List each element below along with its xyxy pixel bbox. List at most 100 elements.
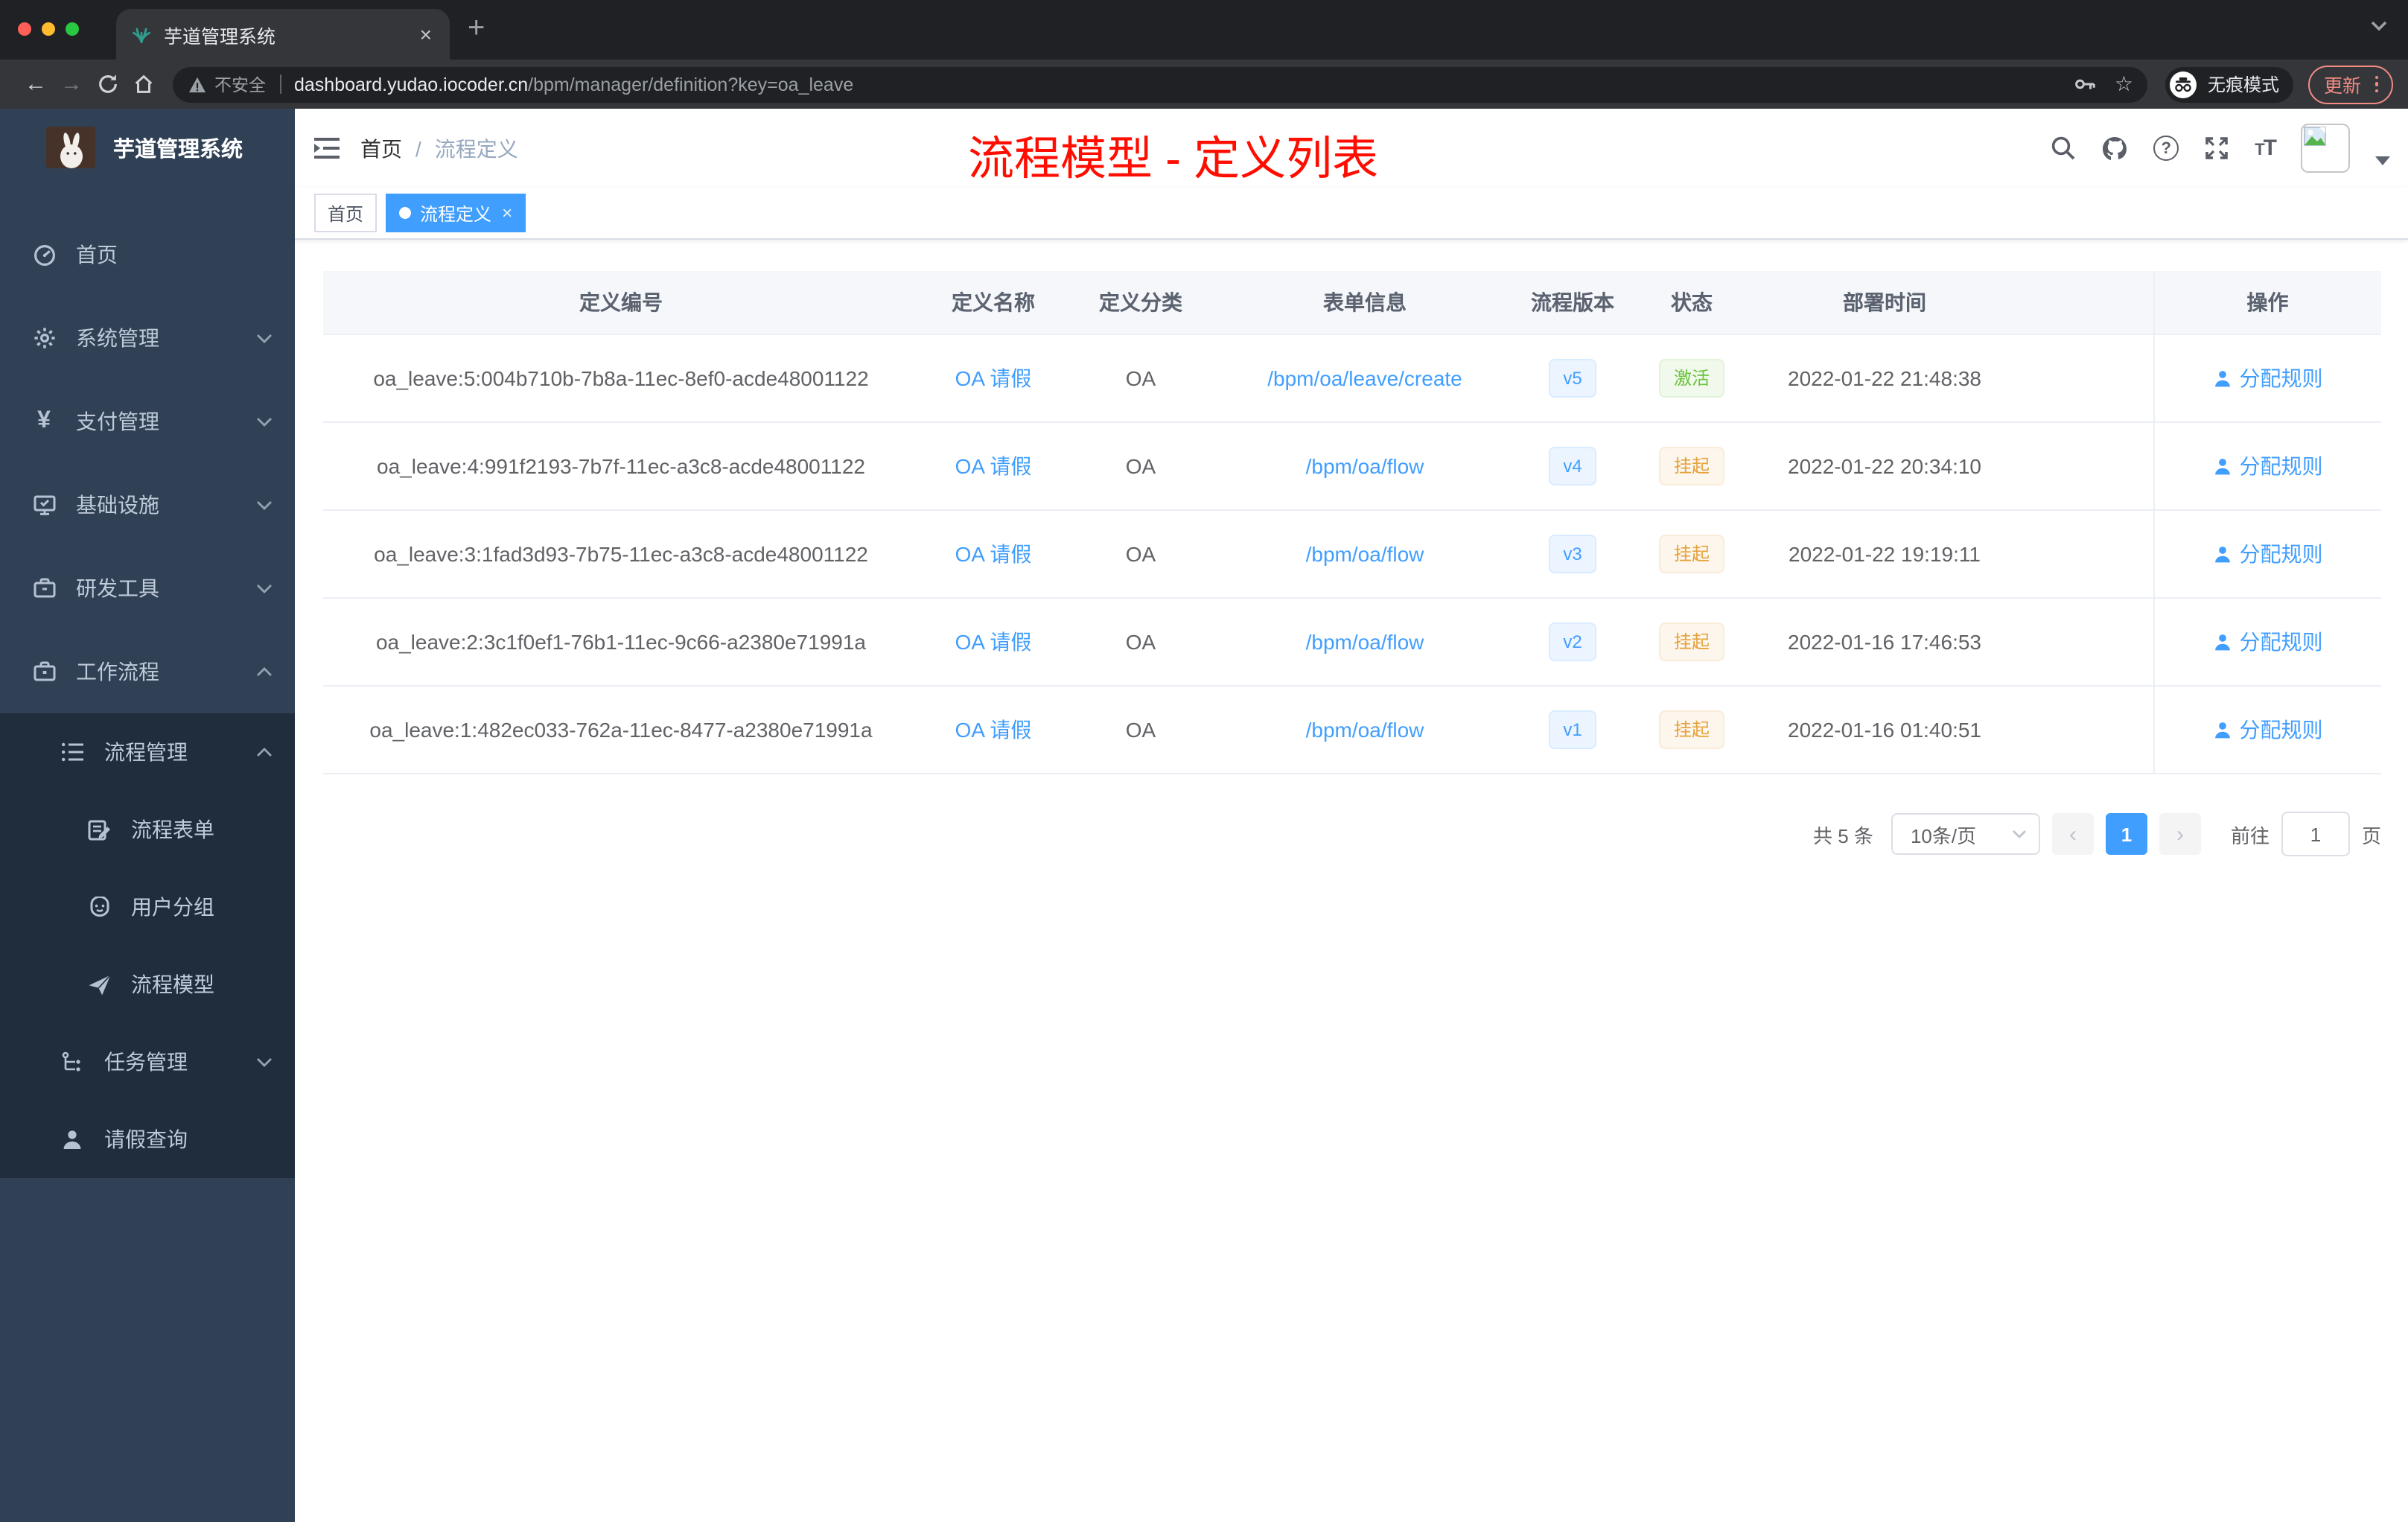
- sidebar-item-label: 研发工具: [76, 576, 159, 600]
- header-actions: ? TT: [2051, 109, 2390, 188]
- sidebar-item-infrastructure[interactable]: 基础设施: [0, 463, 295, 547]
- form-link[interactable]: /bpm/oa/flow: [1306, 718, 1424, 742]
- sidebar-item-task-mgmt[interactable]: 任务管理: [0, 1023, 295, 1101]
- sidebar-item-process-model[interactable]: 流程模型: [0, 946, 295, 1023]
- sidebar-item-process-form[interactable]: 流程表单: [0, 791, 295, 868]
- definition-name-link[interactable]: OA 请假: [955, 454, 1032, 478]
- monitor-icon: [31, 493, 57, 517]
- browser-update-button[interactable]: 更新: [2308, 65, 2393, 104]
- search-icon[interactable]: [2051, 136, 2076, 161]
- page-annotation: 流程模型 - 定义列表: [968, 133, 1379, 185]
- cell-category: OA: [1068, 334, 1214, 423]
- page-1-button[interactable]: 1: [2105, 813, 2147, 855]
- page-size-select[interactable]: 10条/页: [1891, 813, 2040, 855]
- security-label[interactable]: 不安全: [214, 72, 266, 96]
- incognito-icon: [2170, 71, 2197, 98]
- form-link[interactable]: /bpm/oa/flow: [1306, 542, 1424, 566]
- screen: 芋道管理系统 × + ← → 不安全 dashboard.yudao.iocod…: [0, 0, 2408, 1522]
- hamburger-icon[interactable]: [314, 137, 340, 159]
- goto-page-input[interactable]: [2281, 812, 2350, 856]
- user-icon: [2214, 370, 2230, 386]
- help-icon[interactable]: ?: [2153, 136, 2179, 161]
- tag-close-icon[interactable]: ×: [502, 203, 512, 223]
- sidebar-item-process-mgmt[interactable]: 流程管理: [0, 713, 295, 791]
- logo-rabbit-image: [46, 127, 95, 168]
- incognito-label: 无痕模式: [2207, 74, 2279, 95]
- definition-name-link[interactable]: OA 请假: [955, 542, 1032, 566]
- tab-title: 芋道管理系统: [164, 26, 276, 47]
- home-button[interactable]: [125, 73, 161, 95]
- cell-id: oa_leave:5:004b710b-7b8a-11ec-8ef0-acde4…: [323, 334, 919, 423]
- status-badge: 激活: [1658, 359, 1724, 398]
- close-window-button[interactable]: [18, 22, 31, 36]
- tab-close-icon[interactable]: ×: [417, 24, 435, 45]
- update-label[interactable]: 更新: [2324, 70, 2361, 98]
- caret-down-icon[interactable]: [2375, 156, 2390, 165]
- definition-name-link[interactable]: OA 请假: [955, 366, 1032, 390]
- status-badge: 挂起: [1658, 710, 1724, 749]
- form-link[interactable]: /bpm/oa/flow: [1306, 630, 1424, 654]
- sidebar-item-system[interactable]: 系统管理: [0, 296, 295, 380]
- table-header-row: 定义编号 定义名称 定义分类 表单信息 流程版本 状态 部署时间 操作: [323, 271, 2381, 335]
- user-icon: [2214, 458, 2230, 474]
- assign-rule-button[interactable]: 分配规则: [2213, 539, 2323, 569]
- version-badge: v3: [1548, 535, 1597, 573]
- assign-rule-button[interactable]: 分配规则: [2213, 451, 2323, 481]
- definition-name-link[interactable]: OA 请假: [955, 630, 1032, 654]
- sidebar-item-workflow[interactable]: 工作流程: [0, 630, 295, 713]
- assign-rule-button[interactable]: 分配规则: [2213, 363, 2323, 393]
- table-row: oa_leave:1:482ec033-762a-11ec-8477-a2380…: [323, 686, 2381, 774]
- sidebar-menu: 首页 系统管理 ¥ 支付管理 基础设施 研发工具 工作流程 流程管理 流程表单 …: [0, 213, 295, 1178]
- forward-button[interactable]: →: [54, 71, 89, 97]
- definition-name-link[interactable]: OA 请假: [955, 718, 1032, 742]
- tag-home[interactable]: 首页: [314, 194, 378, 232]
- assign-rule-button[interactable]: 分配规则: [2213, 715, 2323, 745]
- version-badge: v2: [1548, 623, 1597, 661]
- fullscreen-icon[interactable]: [2204, 136, 2229, 161]
- cell-id: oa_leave:4:991f2193-7b7f-11ec-a3c8-acde4…: [323, 422, 919, 511]
- window-controls[interactable]: [18, 22, 79, 36]
- sidebar-item-payment[interactable]: ¥ 支付管理: [0, 380, 295, 463]
- cell-id: oa_leave:2:3c1f0ef1-76b1-11ec-9c66-a2380…: [323, 598, 919, 687]
- breadcrumb-current: 流程定义: [434, 136, 518, 160]
- table-row: oa_leave:2:3c1f0ef1-76b1-11ec-9c66-a2380…: [323, 598, 2381, 687]
- browser-menu-icon[interactable]: [2374, 75, 2378, 93]
- sidebar-item-leave-query[interactable]: 请假查询: [0, 1101, 295, 1178]
- browser-tab[interactable]: 芋道管理系统 ×: [116, 9, 450, 60]
- minimize-window-button[interactable]: [42, 22, 55, 36]
- prev-page-button[interactable]: ‹: [2051, 813, 2094, 855]
- sidebar: 芋道管理系统 首页 系统管理 ¥ 支付管理 基础设施 研发工具 工作流程 流程管…: [0, 109, 295, 1522]
- password-key-icon[interactable]: [2074, 77, 2097, 91]
- sidebar-item-user-group[interactable]: 用户分组: [0, 868, 295, 946]
- sidebar-item-home[interactable]: 首页: [0, 213, 295, 296]
- form-link[interactable]: /bpm/oa/leave/create: [1267, 366, 1462, 390]
- version-badge: v5: [1548, 359, 1597, 398]
- next-page-button[interactable]: ›: [2159, 813, 2201, 855]
- reload-button[interactable]: [89, 73, 125, 95]
- tab-search-chevron-icon[interactable]: [2371, 21, 2387, 31]
- user-icon: [2214, 722, 2230, 738]
- chevron-down-icon: [256, 583, 273, 593]
- github-icon[interactable]: [2101, 135, 2128, 162]
- back-button[interactable]: ←: [18, 71, 54, 97]
- user-icon: [2214, 634, 2230, 650]
- address-bar[interactable]: 不安全 dashboard.yudao.iocoder.cn /bpm/mana…: [173, 66, 2148, 102]
- person-icon: [60, 1128, 85, 1150]
- form-link[interactable]: /bpm/oa/flow: [1306, 454, 1424, 478]
- bookmark-star-icon[interactable]: ☆: [2115, 71, 2133, 97]
- cell-category: OA: [1068, 598, 1214, 687]
- tag-process-definition[interactable]: 流程定义 ×: [386, 194, 526, 232]
- breadcrumb-home[interactable]: 首页: [360, 133, 402, 163]
- zoom-window-button[interactable]: [66, 22, 79, 36]
- goto-label: 前往: [2230, 824, 2270, 847]
- chevron-down-icon: [256, 416, 273, 427]
- col-deploy-time: 部署时间: [1754, 271, 2015, 335]
- assign-rule-button[interactable]: 分配规则: [2213, 627, 2323, 657]
- font-size-icon[interactable]: TT: [2255, 136, 2277, 161]
- sidebar-logo[interactable]: 芋道管理系统: [0, 109, 295, 186]
- avatar[interactable]: [2301, 124, 2350, 173]
- sidebar-item-label: 工作流程: [76, 660, 159, 684]
- sidebar-item-dev-tools[interactable]: 研发工具: [0, 547, 295, 630]
- new-tab-button[interactable]: +: [468, 12, 485, 46]
- col-process-version: 流程版本: [1516, 271, 1629, 335]
